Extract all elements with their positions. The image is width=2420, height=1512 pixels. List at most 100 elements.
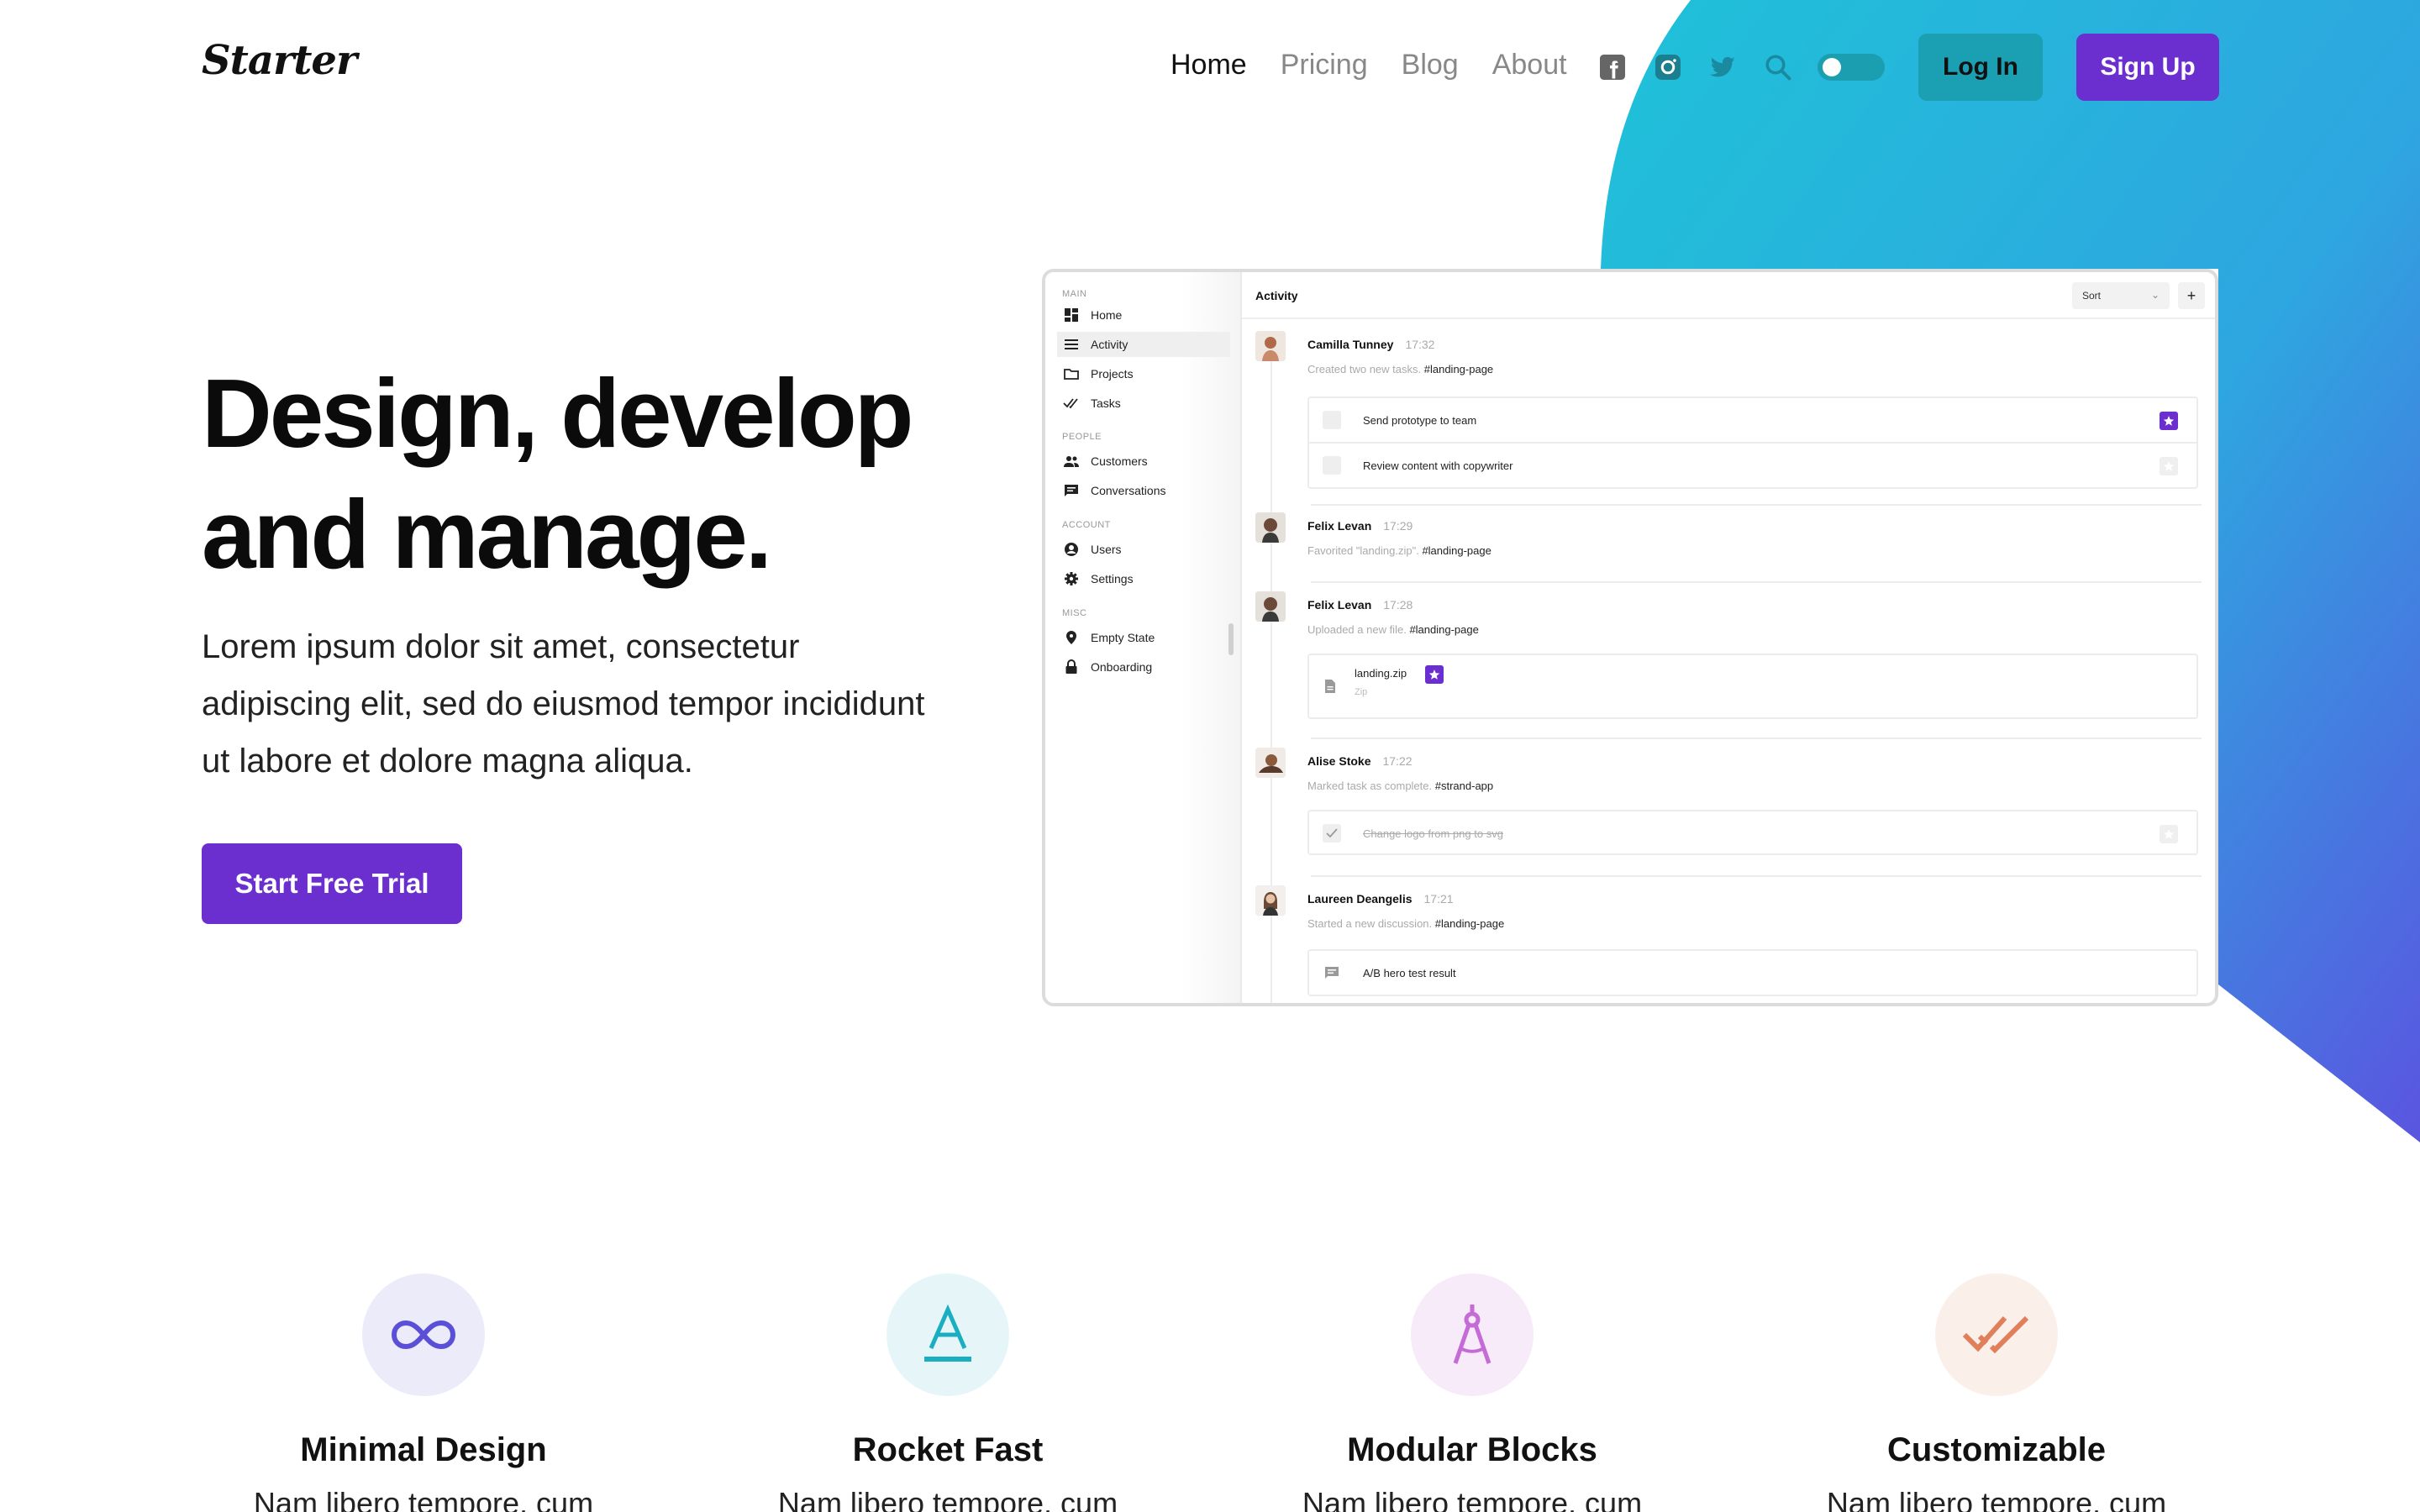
checkbox[interactable] (1323, 411, 1341, 429)
discussion-card[interactable]: A/B hero test result (1307, 949, 2198, 996)
task-row[interactable]: Send prototype to team (1309, 398, 2196, 442)
twitter-icon[interactable] (1707, 52, 1738, 82)
sidebar-item-activity[interactable]: Activity (1057, 332, 1230, 357)
activity-tag[interactable]: #landing-page (1422, 544, 1491, 557)
feature-rocket-fast: Rocket Fast Nam libero tempore, cum (738, 1273, 1158, 1512)
app-screenshot-mockup: MAIN Home Activity Projects Tasks PEOPLE… (1042, 269, 2218, 1006)
sort-label: Sort (2082, 290, 2102, 302)
signup-button[interactable]: Sign Up (2076, 34, 2219, 101)
activity-description: Created two new tasks. #landing-page (1307, 363, 1493, 375)
task-row[interactable]: Review content with copywriter (1309, 444, 2196, 487)
feature-icon-circle (362, 1273, 485, 1396)
feature-title: Customizable (1886, 1431, 2107, 1468)
divider (1311, 875, 2202, 877)
task-card: Send prototype to team Review content wi… (1307, 396, 2198, 489)
activity-user[interactable]: Laureen Deangelis 17:21 (1307, 892, 1454, 906)
activity-time: 17:21 (1423, 892, 1454, 906)
sidebar-item-label: Users (1091, 543, 1122, 556)
activity-tag[interactable]: #strand-app (1435, 780, 1493, 792)
task-text: Review content with copywriter (1363, 459, 1513, 472)
divider (1311, 581, 2202, 583)
brand-logo[interactable]: Starter (202, 37, 357, 84)
activity-user[interactable]: Alise Stoke 17:22 (1307, 754, 1413, 768)
avatar (1255, 748, 1286, 778)
activity-user[interactable]: Camilla Tunney 17:32 (1307, 338, 1434, 351)
sidebar-item-label: Empty State (1091, 631, 1155, 644)
activity-user[interactable]: Felix Levan 17:28 (1307, 598, 1413, 612)
chevron-down-icon: ⌄ (2150, 289, 2160, 301)
feature-title: Modular Blocks (1347, 1431, 1597, 1468)
hero-title: Design, develop and manage. (202, 353, 914, 595)
activity-description: Started a new discussion. #landing-page (1307, 917, 1504, 930)
toggle-knob (1823, 58, 1841, 76)
hero-title-line-2: and manage. (202, 480, 772, 589)
sidebar-section-misc: MISC (1062, 608, 1087, 618)
file-icon (1325, 680, 1335, 693)
star-icon[interactable] (1425, 665, 1444, 684)
user-name: Laureen Deangelis (1307, 892, 1413, 906)
dashboard-icon (1062, 307, 1081, 323)
app-main-panel: Activity Sort ⌄ + Camilla Tunney 17:32 Cr… (1242, 272, 2215, 1003)
activity-text: Created two new tasks. (1307, 363, 1422, 375)
checkbox[interactable] (1323, 456, 1341, 475)
avatar (1255, 331, 1286, 361)
page-title: Activity (1255, 289, 1298, 302)
facebook-icon[interactable] (1597, 52, 1628, 82)
file-type: Zip (1355, 687, 1368, 697)
sidebar-item-onboarding[interactable]: Onboarding (1057, 654, 1230, 680)
nav-link-about[interactable]: About (1492, 49, 1567, 81)
chat-icon (1324, 966, 1339, 979)
activity-tag[interactable]: #landing-page (1409, 623, 1478, 636)
avatar (1255, 591, 1286, 622)
check-icon[interactable] (1323, 824, 1341, 843)
sidebar-item-empty-state[interactable]: Empty State (1057, 625, 1230, 650)
sort-dropdown[interactable]: Sort ⌄ (2072, 282, 2170, 309)
sidebar-item-customers[interactable]: Customers (1057, 449, 1230, 474)
nav-link-blog[interactable]: Blog (1402, 49, 1459, 81)
activity-user[interactable]: Felix Levan 17:29 (1307, 519, 1413, 533)
nav-link-home[interactable]: Home (1171, 49, 1247, 81)
feature-modular-blocks: Modular Blocks Nam libero tempore, cum (1262, 1273, 1682, 1512)
theme-toggle[interactable] (1818, 54, 1885, 81)
task-row-completed[interactable]: Change logo from png to svg (1309, 811, 2196, 855)
sidebar-item-label: Settings (1091, 572, 1134, 585)
sidebar-item-tasks[interactable]: Tasks (1057, 391, 1230, 416)
start-free-trial-button[interactable]: Start Free Trial (202, 843, 462, 924)
activity-tag[interactable]: #landing-page (1435, 917, 1504, 930)
double-check-icon (1962, 1315, 2029, 1354)
activity-description: Marked task as complete. #strand-app (1307, 780, 1493, 792)
top-navigation: Starter Home Pricing Blog About Log In S… (0, 0, 2420, 134)
star-icon[interactable] (2160, 825, 2178, 843)
activity-tag[interactable]: #landing-page (1424, 363, 1493, 375)
add-button[interactable]: + (2178, 282, 2205, 309)
file-card[interactable]: landing.zip Zip (1307, 654, 2198, 719)
compass-icon (1453, 1305, 1491, 1364)
feature-customizable: Customizable Nam libero tempore, cum (1786, 1273, 2207, 1512)
login-button[interactable]: Log In (1918, 34, 2043, 101)
activity-entry: Laureen Deangelis 17:21 Started a new dis… (1255, 885, 2202, 1003)
sidebar-item-settings[interactable]: Settings (1057, 566, 1230, 591)
sidebar-item-projects[interactable]: Projects (1057, 361, 1230, 386)
sidebar-scrollbar[interactable] (1228, 623, 1234, 655)
discussion-row[interactable]: A/B hero test result (1309, 951, 2196, 995)
feature-text: Nam libero tempore, cum (1302, 1486, 1643, 1512)
user-name: Alise Stoke (1307, 754, 1371, 768)
divider (1311, 738, 2202, 739)
sidebar-section-account: ACCOUNT (1062, 520, 1111, 530)
instagram-icon[interactable] (1653, 52, 1683, 82)
infinity-icon (391, 1320, 456, 1350)
sidebar-item-conversations[interactable]: Conversations (1057, 478, 1230, 503)
activity-header: Activity Sort ⌄ + (1242, 272, 2215, 319)
sidebar-item-label: Home (1091, 308, 1123, 322)
user-name: Felix Levan (1307, 519, 1372, 533)
star-icon[interactable] (2160, 412, 2178, 430)
sidebar-item-label: Tasks (1091, 396, 1121, 410)
sidebar-item-label: Projects (1091, 367, 1134, 381)
feature-text: Nam libero tempore, cum (777, 1486, 1118, 1512)
star-icon[interactable] (2160, 457, 2178, 475)
activity-entry: Felix Levan 17:28 Uploaded a new file. #l… (1255, 591, 2202, 734)
sidebar-item-home[interactable]: Home (1057, 302, 1230, 328)
sidebar-item-users[interactable]: Users (1057, 537, 1230, 562)
nav-link-pricing[interactable]: Pricing (1281, 49, 1368, 81)
search-icon[interactable] (1763, 52, 1793, 82)
